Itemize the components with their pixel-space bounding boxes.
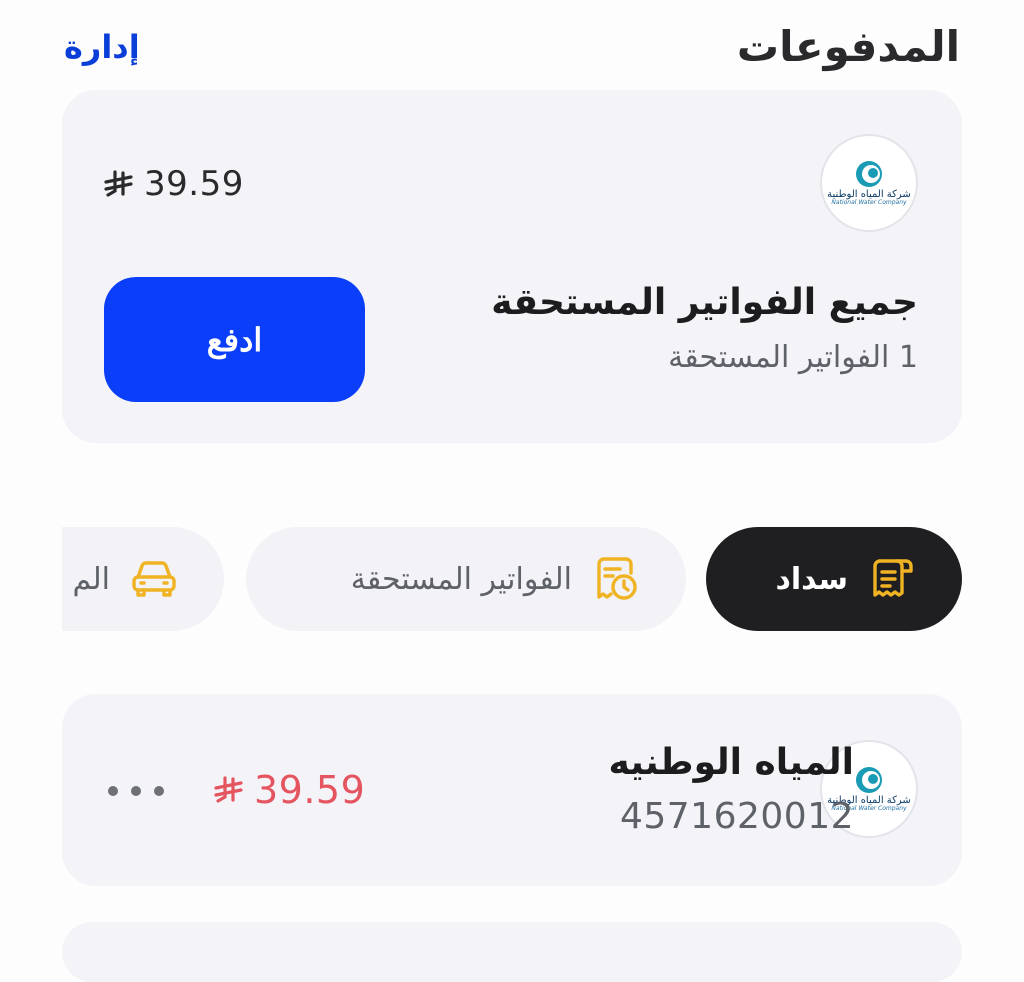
chip-label: الم: [72, 561, 110, 597]
chip-due-bills[interactable]: الفواتير المستحقة: [246, 527, 686, 631]
saudi-riyal-icon: [104, 169, 134, 199]
bill-amount: 39.59: [214, 768, 365, 812]
logo-text-en: National Water Company: [831, 199, 907, 207]
chip-vehicles[interactable]: الم: [62, 527, 224, 631]
car-icon: [128, 553, 180, 605]
manage-link[interactable]: إدارة: [64, 28, 140, 66]
national-water-company-logo: شركة المياه الوطنية National Water Compa…: [820, 134, 918, 232]
next-bill-card[interactable]: [62, 922, 962, 982]
due-bills-count: 1 الفواتير المستحقة: [668, 340, 918, 375]
bill-account-number: 4571620012: [619, 796, 854, 837]
pay-button[interactable]: ادفع: [104, 277, 365, 402]
due-bills-title: جميع الفواتير المستحقة: [491, 282, 918, 323]
page-title: المدفوعات: [736, 22, 960, 71]
chip-label: سداد: [775, 561, 848, 597]
ellipsis-icon[interactable]: [108, 771, 164, 811]
receipt-icon: [866, 553, 918, 605]
chip-label: الفواتير المستحقة: [350, 561, 572, 597]
bill-clock-icon: [590, 553, 642, 605]
water-drop-logo-icon: [856, 161, 882, 188]
total-amount-value: 39.59: [144, 164, 244, 204]
water-drop-logo-icon: [856, 767, 882, 794]
bill-provider-name: المياه الوطنيه: [608, 742, 854, 783]
chip-sadad[interactable]: سداد: [706, 527, 962, 631]
saudi-riyal-icon: [214, 775, 244, 805]
bill-amount-value: 39.59: [254, 768, 366, 812]
total-amount: 39.59: [104, 164, 244, 204]
category-chips: سداد الفواتير المستحقة الم: [62, 527, 962, 633]
